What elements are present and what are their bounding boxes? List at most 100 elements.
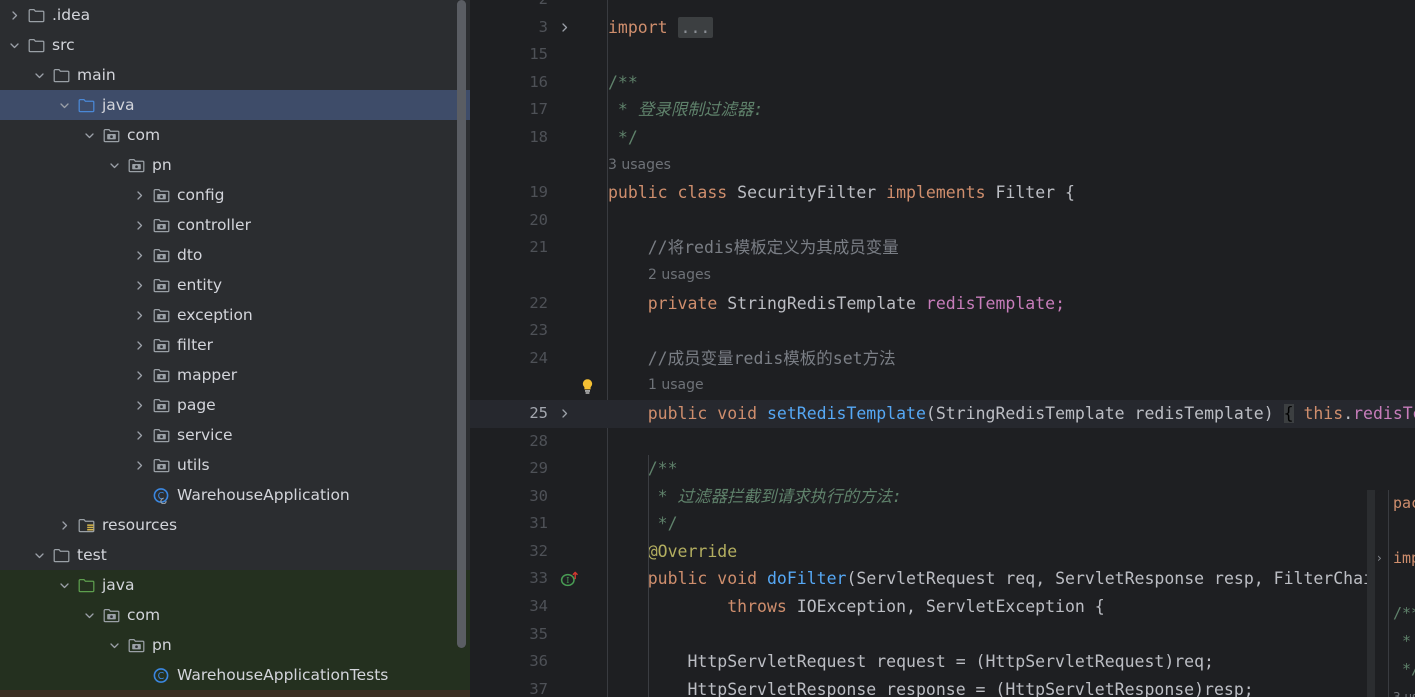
chevron-right-icon[interactable]: [128, 300, 150, 330]
split-pane-code-line[interactable]: pac: [1375, 490, 1415, 518]
tree-item-com[interactable]: com: [0, 120, 470, 150]
code-line-row[interactable]: 25 public void setRedisTemplate(StringRe…: [470, 399, 1415, 428]
tree-item-config[interactable]: config: [0, 180, 470, 210]
tree-item-page[interactable]: page: [0, 390, 470, 420]
code-line-text[interactable]: throws IOException, ServletException {: [608, 593, 1105, 621]
tree-item-exception[interactable]: exception: [0, 300, 470, 330]
code-line-text[interactable]: * 登录限制过滤器:: [608, 96, 763, 124]
line-number[interactable]: 35: [470, 621, 558, 649]
line-number[interactable]: [470, 262, 558, 290]
chevron-right-icon[interactable]: [128, 210, 150, 240]
line-number[interactable]: 33: [470, 565, 558, 593]
tree-item-utils[interactable]: utils: [0, 450, 470, 480]
chevron-right-icon[interactable]: [128, 390, 150, 420]
tree-item-entity[interactable]: entity: [0, 270, 470, 300]
code-line-row[interactable]: 24 //成员变量redis模板的set方法: [470, 345, 1415, 373]
code-line-row[interactable]: 30 * 过滤器拦截到请求执行的方法:: [470, 483, 1415, 511]
line-number[interactable]: 28: [470, 428, 558, 456]
usage-count-label[interactable]: 2 usages: [648, 262, 711, 290]
chevron-right-icon[interactable]: [128, 240, 150, 270]
code-line-row[interactable]: 17 * 登录限制过滤器:: [470, 96, 1415, 124]
code-line-text[interactable]: HttpServletResponse response = (HttpServ…: [608, 676, 1253, 697]
project-tool-window[interactable]: .idea src main java com pn config controller dto…: [0, 0, 470, 697]
code-line-row[interactable]: 15: [470, 41, 1415, 69]
tree-item-test[interactable]: test: [0, 540, 470, 570]
split-pane-code-line[interactable]: [1375, 518, 1415, 546]
code-line-text[interactable]: public class SecurityFilter implements F…: [608, 179, 1075, 207]
code-line-text[interactable]: public void setRedisTemplate(StringRedis…: [608, 400, 1415, 428]
code-fold-chevron-icon[interactable]: [554, 14, 574, 42]
split-pane-fold-chevron-icon[interactable]: ›: [1377, 545, 1382, 573]
line-number[interactable]: 36: [470, 648, 558, 676]
tree-item-com[interactable]: com: [0, 600, 470, 630]
chevron-right-icon[interactable]: [128, 330, 150, 360]
usage-count-label[interactable]: 1 usage: [648, 372, 704, 400]
chevron-right-icon[interactable]: [128, 420, 150, 450]
chevron-down-icon[interactable]: [28, 60, 50, 90]
code-line-row[interactable]: 16 /**: [470, 69, 1415, 97]
split-pane-code-line[interactable]: /**: [1375, 600, 1415, 628]
chevron-down-icon[interactable]: [53, 90, 75, 120]
split-pane-code-line[interactable]: */: [1375, 656, 1415, 684]
code-line-row[interactable]: 20: [470, 207, 1415, 235]
split-pane-code-line[interactable]: › imp: [1375, 545, 1415, 573]
line-number[interactable]: 21: [470, 234, 558, 262]
line-number[interactable]: 32: [470, 538, 558, 566]
tree-item-mapper[interactable]: mapper: [0, 360, 470, 390]
code-line-row[interactable]: 21 //将redis模板定义为其成员变量: [470, 234, 1415, 262]
code-line-row[interactable]: 31 */: [470, 510, 1415, 538]
chevron-right-icon[interactable]: [128, 360, 150, 390]
code-line-text[interactable]: * 过滤器拦截到请求执行的方法:: [608, 483, 902, 511]
split-pane-code-line[interactable]: 3 us: [1375, 683, 1415, 697]
code-line-row[interactable]: 28: [470, 428, 1415, 456]
tree-item-controller[interactable]: controller: [0, 210, 470, 240]
chevron-down-icon[interactable]: [3, 30, 25, 60]
chevron-right-icon[interactable]: [53, 510, 75, 540]
line-number[interactable]: 34: [470, 593, 558, 621]
usage-count-label[interactable]: 3 usages: [608, 152, 671, 180]
chevron-down-icon[interactable]: [78, 600, 100, 630]
line-number[interactable]: [470, 372, 558, 400]
code-line-row[interactable]: 19 public class SecurityFilter implements…: [470, 179, 1415, 207]
line-number[interactable]: 19: [470, 179, 558, 207]
code-line-text[interactable]: */: [608, 124, 638, 152]
code-editor[interactable]: 23import ...1516/**17 * 登录限制过滤器:18 */3 u…: [470, 0, 1415, 697]
tree-item-java[interactable]: java: [0, 570, 470, 600]
tree-item-warehouseapplicationtests[interactable]: C WarehouseApplicationTests: [0, 660, 470, 690]
code-usage-hint-row[interactable]: 3 usages: [470, 152, 1415, 180]
code-fold-chevron-icon[interactable]: [554, 400, 574, 428]
chevron-down-icon[interactable]: [28, 540, 50, 570]
line-number[interactable]: 24: [470, 345, 558, 373]
line-number[interactable]: 25: [470, 400, 558, 428]
tree-item-resources[interactable]: resources: [0, 510, 470, 540]
tree-item-pn[interactable]: pn: [0, 150, 470, 180]
tree-item-warehouseapplication[interactable]: C WarehouseApplication: [0, 480, 470, 510]
tree-item-.idea[interactable]: .idea: [0, 0, 470, 30]
chevron-right-icon[interactable]: [3, 0, 25, 30]
line-number[interactable]: 37: [470, 676, 558, 697]
tree-item-java[interactable]: java: [0, 90, 470, 120]
code-line-text[interactable]: /**: [608, 455, 678, 483]
tree-item-pn[interactable]: pn: [0, 630, 470, 660]
code-line-row[interactable]: 22 private StringRedisTemplate redisTemp…: [470, 290, 1415, 318]
line-number[interactable]: 15: [470, 41, 558, 69]
line-number[interactable]: 29: [470, 455, 558, 483]
line-number[interactable]: 17: [470, 96, 558, 124]
code-line-row[interactable]: 35: [470, 621, 1415, 649]
line-number[interactable]: 18: [470, 124, 558, 152]
project-tree-scrollbar-thumb[interactable]: [457, 0, 466, 648]
code-line-row[interactable]: 2: [470, 0, 1415, 14]
line-number[interactable]: [470, 152, 558, 180]
chevron-down-icon[interactable]: [78, 120, 100, 150]
code-line-text[interactable]: private StringRedisTemplate redisTemplat…: [608, 290, 1065, 318]
code-line-text[interactable]: HttpServletRequest request = (HttpServle…: [608, 648, 1214, 676]
line-number[interactable]: 20: [470, 207, 558, 235]
split-editor-pane[interactable]: pac›imp/** * */3 uspub: [1375, 490, 1415, 697]
tree-item-src[interactable]: src: [0, 30, 470, 60]
tree-item-excluded-folder[interactable]: [0, 690, 470, 697]
code-line-text[interactable]: import ...: [608, 14, 714, 42]
code-line-row[interactable]: 33 I public void doFilter(ServletRequest …: [470, 565, 1415, 593]
chevron-down-icon[interactable]: [103, 630, 125, 660]
code-line-row[interactable]: 37 HttpServletResponse response = (HttpS…: [470, 676, 1415, 697]
chevron-right-icon[interactable]: [128, 450, 150, 480]
